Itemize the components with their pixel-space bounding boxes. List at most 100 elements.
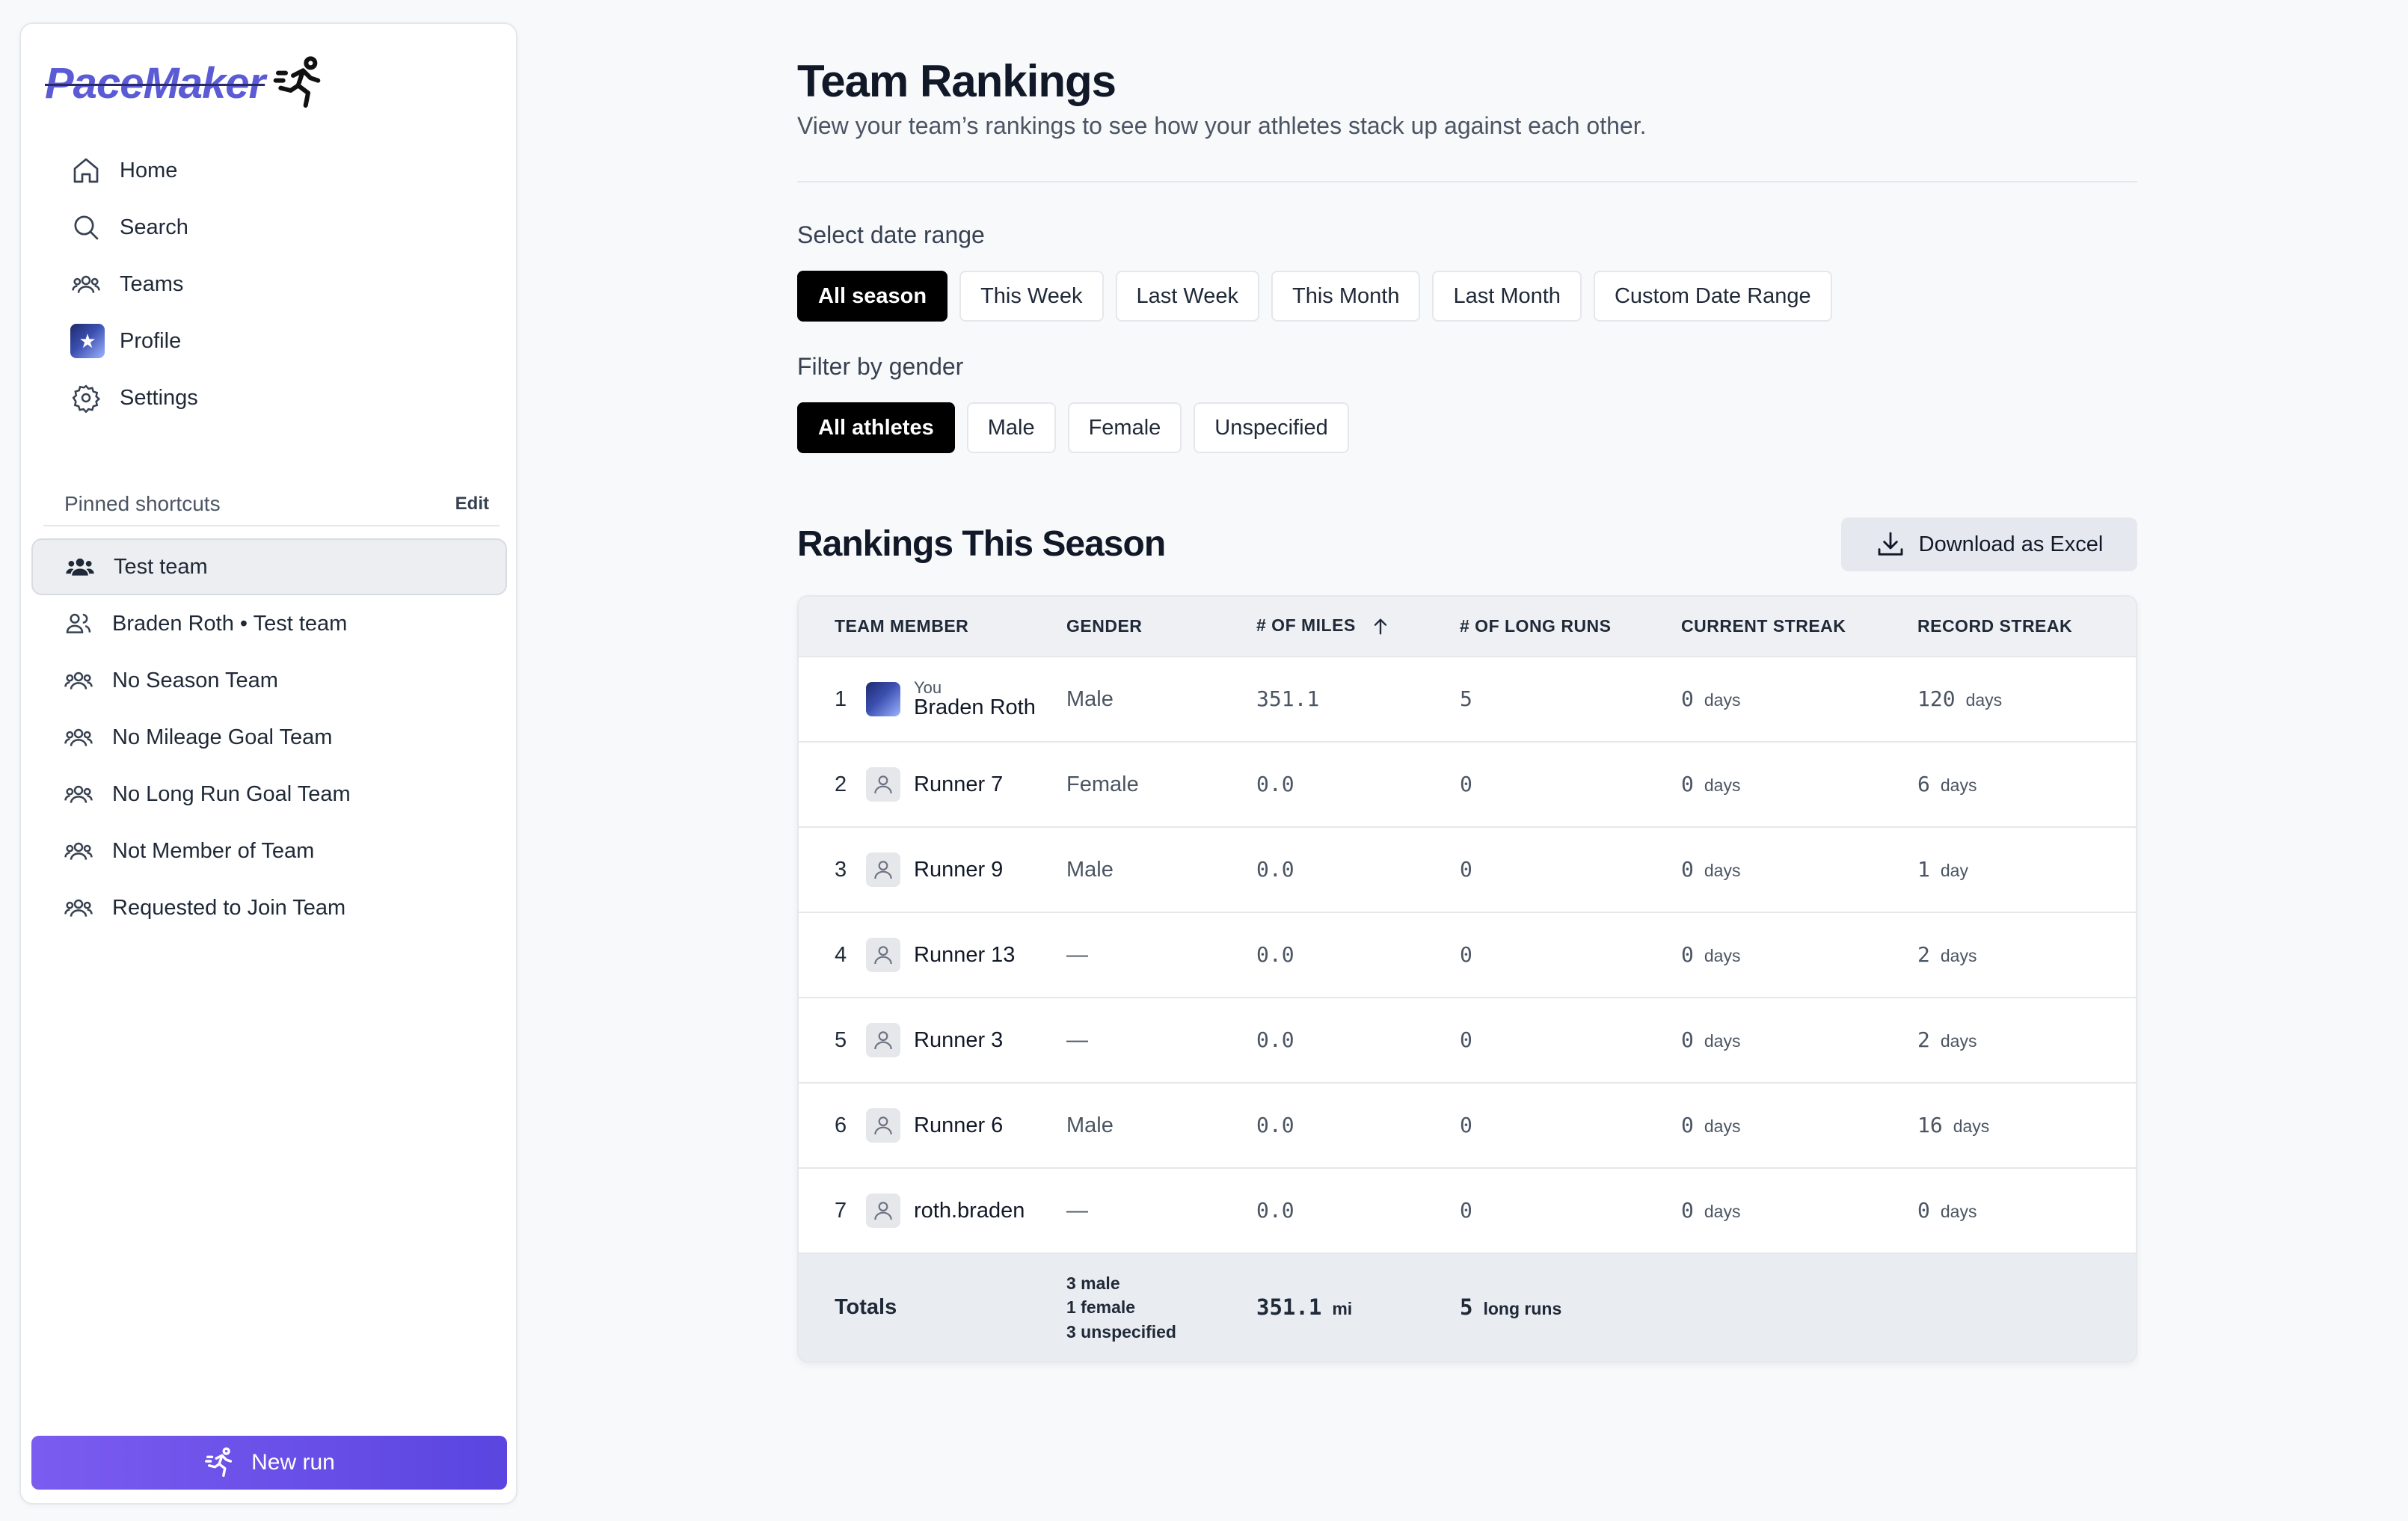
totals-label: Totals <box>835 1295 897 1319</box>
record-streak-unit: days <box>1953 1116 1990 1136</box>
pinned-item-not-member-of-team[interactable]: Not Member of Team <box>31 823 507 879</box>
pinned-item-no-long-run-goal-team[interactable]: No Long Run Goal Team <box>31 766 507 823</box>
member-name[interactable]: Runner 13 <box>914 943 1015 968</box>
col-miles[interactable]: # OF MILES <box>1256 597 1460 657</box>
current-streak-unit: days <box>1704 946 1741 965</box>
users-icon <box>63 608 94 639</box>
total-female: 1 female <box>1066 1297 1136 1318</box>
member-miles: 0.0 <box>1256 1113 1294 1137</box>
col-record-streak[interactable]: RECORD STREAK <box>1917 597 2136 657</box>
current-streak-value: 0 <box>1681 1027 1694 1052</box>
nav-home-label: Home <box>120 158 178 182</box>
users-icon <box>63 835 94 867</box>
gender-totals: 3 male 1 female 3 unspecified <box>1066 1271 1256 1344</box>
avatar <box>866 682 900 716</box>
nav-profile[interactable]: ★ Profile <box>43 313 500 369</box>
pinned-item-no-season-team[interactable]: No Season Team <box>31 652 507 709</box>
pinned-item-label: Requested to Join Team <box>112 895 346 920</box>
current-streak-value: 0 <box>1681 857 1694 882</box>
current-streak-unit: days <box>1704 775 1741 795</box>
date-range-last-month[interactable]: Last Month <box>1432 271 1582 322</box>
col-gender[interactable]: GENDER <box>1066 597 1256 657</box>
total-miles-unit: mi <box>1332 1299 1353 1318</box>
pinned-edit-button[interactable]: Edit <box>455 494 489 514</box>
record-streak-unit: days <box>1965 690 2003 710</box>
nav-settings[interactable]: Settings <box>43 369 500 426</box>
member-name[interactable]: Braden Roth <box>914 696 1036 719</box>
pinned-item-requested-to-join-team[interactable]: Requested to Join Team <box>31 879 507 936</box>
member-name[interactable]: roth.braden <box>914 1199 1025 1223</box>
sidebar: PaceMaker Home Search Teams ★ Profile Se… <box>19 22 517 1505</box>
member-long-runs: 0 <box>1460 1027 1472 1052</box>
page-title: Team Rankings <box>797 56 1117 106</box>
date-range-this-month[interactable]: This Month <box>1271 271 1421 322</box>
download-excel-button[interactable]: Download as Excel <box>1841 517 2137 571</box>
member-name[interactable]: Runner 6 <box>914 1113 1003 1138</box>
table-row[interactable]: 3 Runner 9 Male 0.0 0 0 days 1 day <box>799 827 2136 912</box>
gender-male[interactable]: Male <box>966 402 1056 453</box>
col-long-runs[interactable]: # OF LONG RUNS <box>1460 597 1681 657</box>
avatar-placeholder-icon <box>866 767 900 802</box>
record-streak-value: 2 <box>1917 942 1930 967</box>
users-icon <box>63 778 94 810</box>
gender-all-athletes[interactable]: All athletes <box>797 402 955 453</box>
pinned-item-label: Test team <box>114 554 208 579</box>
member-gender: Male <box>1066 1113 1114 1137</box>
table-row[interactable]: 2 Runner 7 Female 0.0 0 0 days 6 days <box>799 742 2136 827</box>
member-long-runs: 0 <box>1460 1113 1472 1137</box>
date-range-all-season[interactable]: All season <box>797 271 948 322</box>
member-gender: Female <box>1066 772 1139 796</box>
record-streak-value: 2 <box>1917 1027 1930 1052</box>
member-long-runs: 0 <box>1460 772 1472 796</box>
record-streak-value: 0 <box>1917 1198 1930 1223</box>
avatar-placeholder-icon <box>866 938 900 972</box>
gender-unspecified[interactable]: Unspecified <box>1194 402 1349 453</box>
date-range-last-week[interactable]: Last Week <box>1115 271 1259 322</box>
table-row[interactable]: 6 Runner 6 Male 0.0 0 0 days 16 days <box>799 1083 2136 1168</box>
runner-icon <box>205 1447 233 1477</box>
total-unspecified: 3 unspecified <box>1066 1321 1176 1342</box>
member-gender: — <box>1066 1198 1088 1223</box>
total-long-runs: 5 <box>1460 1294 1473 1320</box>
avatar-placeholder-icon <box>866 1108 900 1143</box>
record-streak-value: 120 <box>1917 686 1956 711</box>
download-icon <box>1878 532 1903 556</box>
pinned-item-no-mileage-goal-team[interactable]: No Mileage Goal Team <box>31 709 507 766</box>
table-row[interactable]: 4 Runner 13 — 0.0 0 0 days 2 days <box>799 912 2136 998</box>
runner-icon <box>273 56 321 108</box>
rank-number: 2 <box>835 772 847 796</box>
users-icon <box>63 892 94 924</box>
date-range-custom[interactable]: Custom Date Range <box>1593 271 1832 322</box>
col-current-streak[interactable]: CURRENT STREAK <box>1681 597 1917 657</box>
col-miles-label: # OF MILES <box>1256 615 1356 636</box>
pinned-item-braden-roth[interactable]: Braden Roth • Test team <box>31 595 507 652</box>
member-name[interactable]: Runner 7 <box>914 772 1003 797</box>
pinned-item-label: Not Member of Team <box>112 838 315 863</box>
app-logo[interactable]: PaceMaker <box>45 49 331 117</box>
pinned-item-test-team[interactable]: Test team <box>31 538 507 595</box>
member-name[interactable]: Runner 3 <box>914 1028 1003 1053</box>
member-name[interactable]: Runner 9 <box>914 858 1003 882</box>
nav-teams[interactable]: Teams <box>43 256 500 313</box>
download-excel-label: Download as Excel <box>1918 532 2104 556</box>
record-streak-unit: day <box>1940 861 1968 880</box>
member-miles: 0.0 <box>1256 1027 1294 1052</box>
rank-number: 4 <box>835 942 847 967</box>
pinned-shortcuts-title: Pinned shortcuts <box>64 492 221 515</box>
current-streak-unit: days <box>1704 690 1741 710</box>
nav-teams-label: Teams <box>120 271 184 296</box>
avatar-placeholder-icon <box>866 1023 900 1057</box>
table-row[interactable]: 7 roth.braden — 0.0 0 0 days 0 days <box>799 1168 2136 1253</box>
gear-icon <box>70 382 102 414</box>
gender-female[interactable]: Female <box>1067 402 1182 453</box>
date-range-this-week[interactable]: This Week <box>959 271 1104 322</box>
nav-home[interactable]: Home <box>43 142 500 199</box>
table-row[interactable]: 1 You Braden Roth Male 351.1 5 0 days 120… <box>799 657 2136 742</box>
nav-search-label: Search <box>120 215 188 239</box>
nav-search[interactable]: Search <box>43 199 500 256</box>
current-streak-unit: days <box>1704 1116 1741 1136</box>
new-run-button[interactable]: New run <box>31 1436 507 1490</box>
table-row[interactable]: 5 Runner 3 — 0.0 0 0 days 2 days <box>799 998 2136 1083</box>
home-icon <box>70 155 102 186</box>
col-team-member[interactable]: TEAM MEMBER <box>799 597 1066 657</box>
